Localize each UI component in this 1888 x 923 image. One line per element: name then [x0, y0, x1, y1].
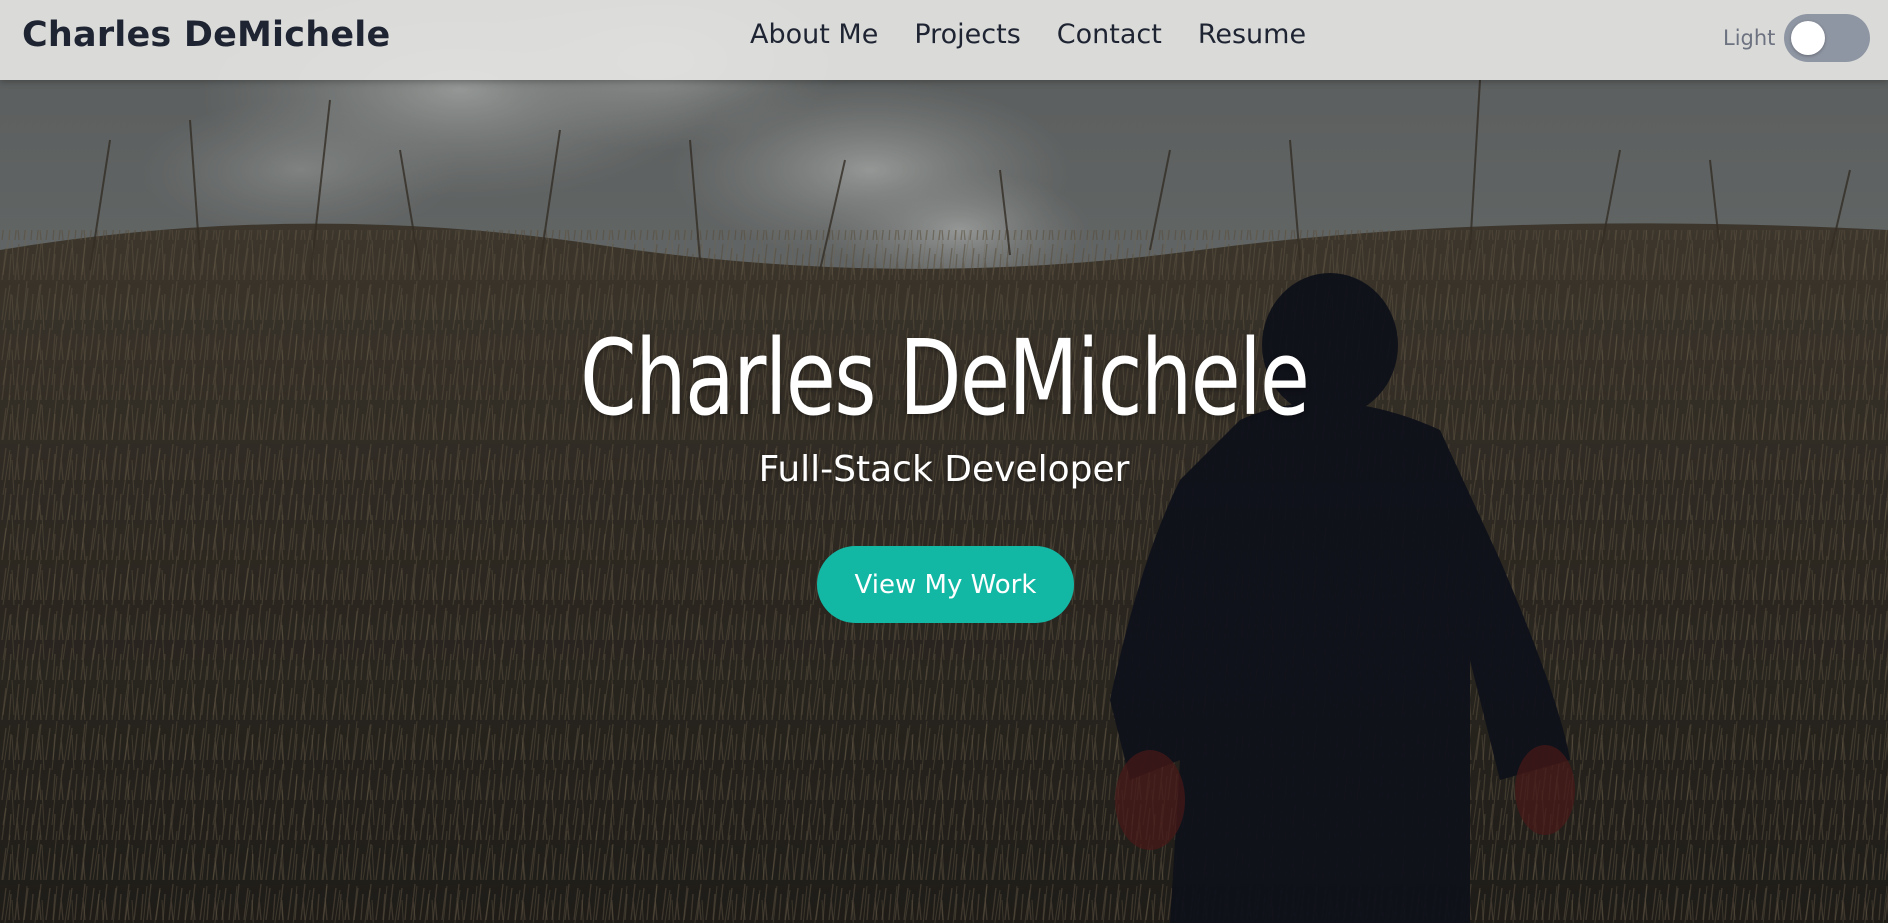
nav-link-resume[interactable]: Resume: [1198, 19, 1306, 50]
hero-section: Charles DeMichele Full-Stack Developer V…: [0, 0, 1888, 923]
nav-links: About Me Projects Contact Resume: [750, 19, 1306, 50]
nav-link-projects[interactable]: Projects: [914, 19, 1020, 50]
brand-logo-link[interactable]: Charles DeMichele: [22, 15, 390, 55]
nav-link-contact[interactable]: Contact: [1057, 19, 1162, 50]
view-my-work-button[interactable]: View My Work: [817, 546, 1074, 623]
hero-title: Charles DeMichele: [580, 317, 1310, 439]
toggle-knob: [1791, 21, 1825, 55]
nav-link-about-me[interactable]: About Me: [750, 19, 878, 50]
page: Charles DeMichele About Me Projects Cont…: [0, 0, 1888, 923]
hero-subtitle: Full-Stack Developer: [758, 449, 1130, 490]
theme-mode-label: Light: [1723, 26, 1776, 50]
theme-toggle-switch[interactable]: [1784, 14, 1870, 62]
navbar: Charles DeMichele About Me Projects Cont…: [0, 0, 1888, 80]
